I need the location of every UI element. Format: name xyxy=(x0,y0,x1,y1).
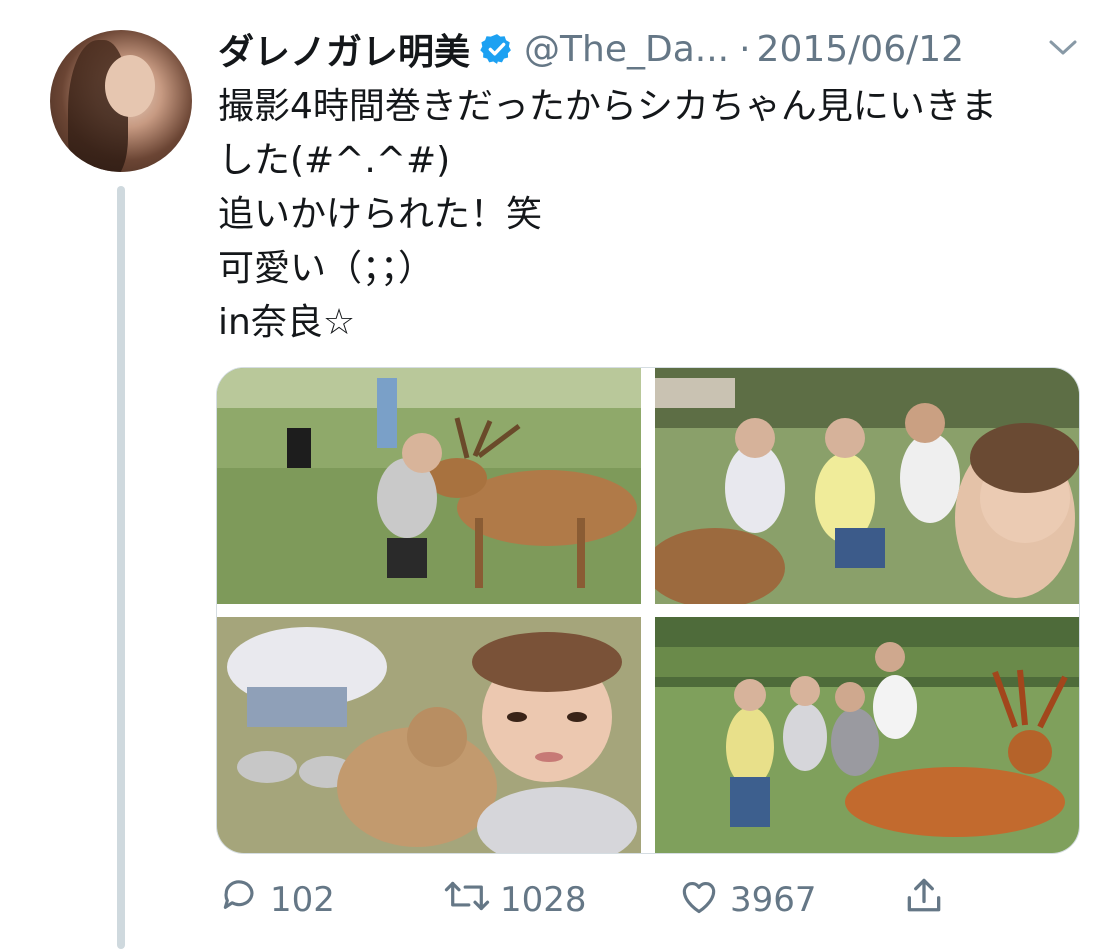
photo-2[interactable] xyxy=(655,368,1079,604)
like-count: 3967 xyxy=(730,880,817,920)
separator-dot: · xyxy=(739,28,751,70)
media-grid xyxy=(216,367,1080,854)
photo-1[interactable] xyxy=(217,368,641,604)
retweet-icon xyxy=(442,874,492,927)
reply-button[interactable]: 102 xyxy=(218,872,335,928)
tweet-line: 可愛い（；；） xyxy=(218,248,435,289)
verified-badge-icon xyxy=(480,32,514,66)
reply-count: 102 xyxy=(270,880,335,920)
share-button[interactable] xyxy=(902,872,946,928)
tweet-line: 撮影4時間巻きだったからシカちゃん見にいきま xyxy=(218,86,997,127)
action-bar: 102 1028 3967 xyxy=(218,872,958,928)
tweet-header: ダレノガレ明美 @The_Da... · 2015/06/12 xyxy=(218,24,964,74)
tweet-line: in奈良☆ xyxy=(218,302,356,343)
avatar[interactable] xyxy=(50,30,192,172)
thread-line xyxy=(117,186,125,949)
tweet-date[interactable]: 2015/06/12 xyxy=(757,29,965,70)
tweet-text: 撮影4時間巻きだったからシカちゃん見にいきま した(#^.^#) 追いかけられた… xyxy=(218,80,1078,350)
share-icon xyxy=(902,874,946,927)
display-name[interactable]: ダレノガレ明美 xyxy=(218,23,470,75)
retweet-button[interactable]: 1028 xyxy=(442,872,587,928)
handle[interactable]: @The_Da... xyxy=(524,29,729,70)
heart-icon xyxy=(676,874,722,927)
tweet-line: した(#^.^#) xyxy=(218,140,451,181)
photo-4[interactable] xyxy=(655,617,1079,853)
chevron-down-icon[interactable] xyxy=(1046,36,1080,60)
retweet-count: 1028 xyxy=(500,880,587,920)
tweet-line: 追いかけられた！笑 xyxy=(218,194,543,235)
reply-icon xyxy=(218,874,262,927)
photo-3[interactable] xyxy=(217,617,641,853)
like-button[interactable]: 3967 xyxy=(676,872,817,928)
